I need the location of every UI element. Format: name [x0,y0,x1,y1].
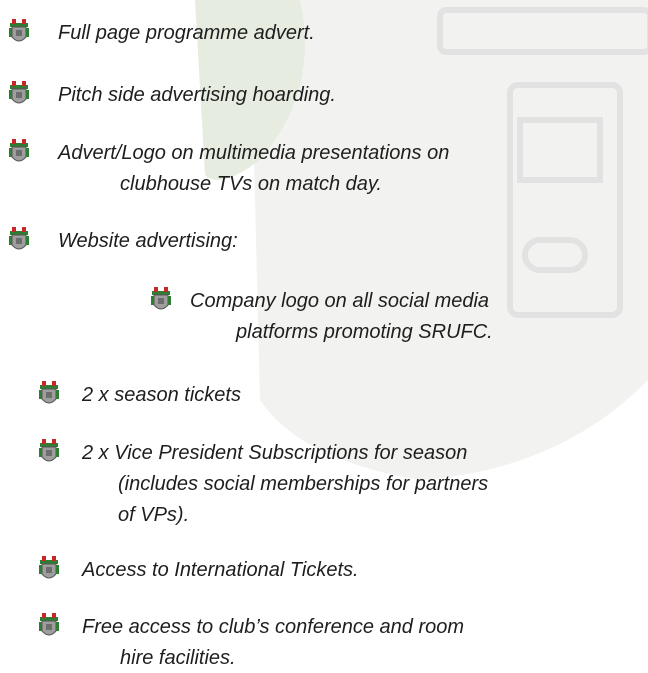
list-item-text-line: hire facilities. [120,647,236,669]
list-item-text-line: Company logo on all social media [190,290,490,312]
club-crest-icon [8,227,30,253]
list-item-text-line: 2 x season tickets [82,384,241,406]
club-crest-icon [8,81,30,107]
list-item-text-line: Access to International Tickets. [82,559,359,581]
list-item-text-line: Full page programme advert. [58,22,315,44]
list-item-text-line: Free access to club’s conference and roo… [82,616,465,638]
club-crest-icon [150,287,172,313]
club-crest-icon [38,439,60,465]
list-item-text-line: of VPs). [118,504,190,526]
list-item-text-line: (includes social memberships for partner… [118,473,489,495]
club-crest-icon [38,556,60,582]
list-item-text-line: Website advertising: [58,230,238,252]
list-item-text-line: Pitch side advertising hoarding. [58,84,336,106]
list-item-text-line: Advert/Logo on multimedia presentations … [58,142,450,164]
club-crest-icon [38,381,60,407]
club-crest-icon [8,19,30,45]
list-item-text-line: 2 x Vice President Subscriptions for sea… [82,442,468,464]
list-item-text-line: platforms promoting SRUFC. [236,321,493,343]
club-crest-icon [8,139,30,165]
list-item-text-line: clubhouse TVs on match day. [120,173,382,195]
club-crest-icon [38,613,60,639]
